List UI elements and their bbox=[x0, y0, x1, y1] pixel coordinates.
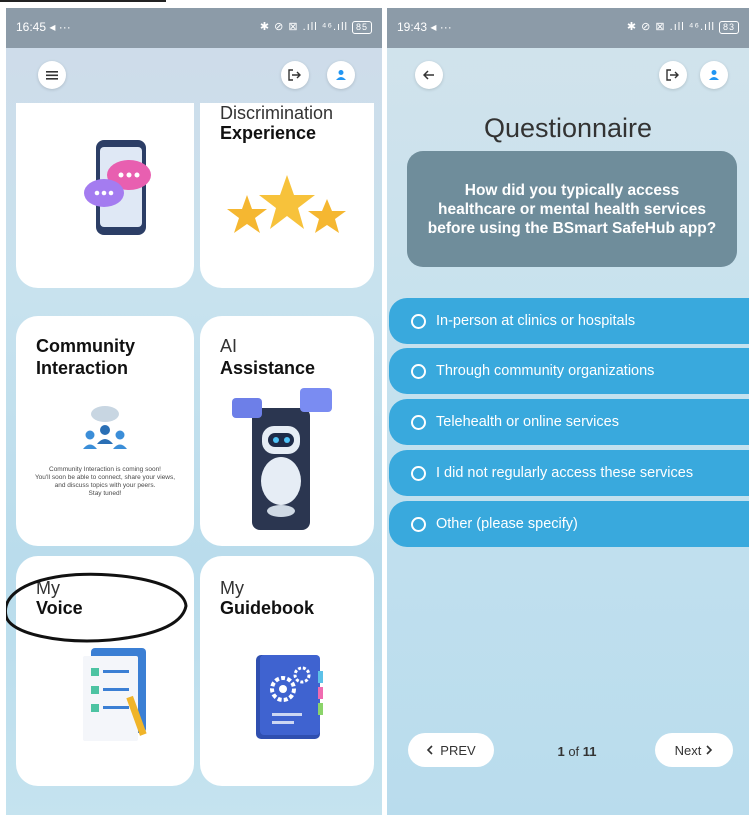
card-community-interaction[interactable]: Community Interaction Community Interact… bbox=[16, 316, 194, 546]
option-label: Through community organizations bbox=[436, 363, 655, 379]
logout-icon bbox=[288, 69, 301, 81]
card-ai-assistance[interactable]: AI Assistance bbox=[200, 316, 374, 546]
back-button[interactable] bbox=[415, 61, 443, 89]
status-time: 16:45 bbox=[16, 20, 47, 34]
radio-circle-icon[interactable] bbox=[411, 516, 426, 532]
status-icons: ✱ ⊘ ⊠ .ıll ⁴⁶.ıll bbox=[626, 21, 715, 33]
logout-icon bbox=[666, 69, 679, 81]
chat-phone-icon bbox=[84, 140, 151, 235]
question-box: How did you typically access healthcare … bbox=[407, 151, 737, 267]
battery-icon: 85 bbox=[351, 21, 372, 34]
page-of: of bbox=[568, 744, 580, 759]
battery-icon: 83 bbox=[718, 21, 739, 34]
card-discrimination-experience[interactable]: Discrimination Experience bbox=[200, 103, 374, 288]
card-title-line2: Guidebook bbox=[220, 598, 314, 618]
answer-option[interactable]: Telehealth or online services bbox=[389, 399, 749, 445]
card-my-voice[interactable]: My Voice bbox=[16, 556, 194, 786]
next-button[interactable]: Next bbox=[655, 733, 733, 767]
profile-button[interactable] bbox=[700, 61, 728, 89]
radio-circle-icon[interactable] bbox=[411, 465, 426, 481]
card-title-line2: Interaction bbox=[36, 358, 129, 378]
next-label: Next bbox=[674, 742, 702, 758]
checklist-icon bbox=[83, 648, 147, 741]
answer-option[interactable]: Through community organizations bbox=[389, 348, 749, 394]
user-icon bbox=[336, 70, 346, 80]
card-title-line2: Experience bbox=[220, 123, 317, 143]
card-title-line1: AI bbox=[220, 336, 238, 356]
user-icon bbox=[709, 70, 719, 80]
community-coming-soon-text: Community Interaction is coming soon! Yo… bbox=[34, 466, 176, 497]
home-screen: 16:45 ◂ ··· ✱ ⊘ ⊠ .ıll ⁴⁶.ıll 85 Discrimi… bbox=[6, 8, 382, 815]
top-underline bbox=[0, 0, 166, 2]
questionnaire-screen: 19:43 ◂ ··· ✱ ⊘ ⊠ .ıll ⁴⁶.ıll 83 Question… bbox=[387, 8, 749, 815]
answer-option[interactable]: In-person at clinics or hospitals bbox=[389, 298, 749, 344]
logout-button[interactable] bbox=[659, 61, 687, 89]
guidebook-gears-icon bbox=[256, 655, 323, 739]
page-title: Questionnaire bbox=[483, 113, 653, 143]
page-indicator: 1 of 11 bbox=[532, 744, 622, 759]
card-title-line1: My bbox=[220, 578, 244, 598]
prev-label: PREV bbox=[440, 742, 476, 758]
page-current: 1 bbox=[557, 744, 565, 759]
stars-icon bbox=[227, 175, 346, 233]
card-title-line2: Voice bbox=[36, 598, 83, 618]
option-label: Telehealth or online services bbox=[436, 414, 619, 430]
status-bar: 16:45 ◂ ··· ✱ ⊘ ⊠ .ıll ⁴⁶.ıll 85 bbox=[6, 8, 382, 48]
prev-button[interactable]: PREV bbox=[408, 733, 494, 767]
chevron-right-icon bbox=[706, 745, 713, 755]
option-label: Other (please specify) bbox=[436, 516, 578, 532]
status-extra: ◂ ··· bbox=[49, 20, 71, 34]
hamburger-icon bbox=[46, 71, 58, 80]
radio-circle-icon[interactable] bbox=[411, 313, 426, 329]
status-time: 19:43 bbox=[397, 20, 428, 34]
profile-button[interactable] bbox=[327, 61, 355, 89]
page-total: 11 bbox=[582, 744, 597, 759]
card-title-line1: Community bbox=[36, 336, 135, 356]
robot-icon bbox=[232, 388, 332, 530]
logout-button[interactable] bbox=[281, 61, 309, 89]
status-bar: 19:43 ◂ ··· ✱ ⊘ ⊠ .ıll ⁴⁶.ıll 83 bbox=[387, 8, 749, 48]
radio-circle-icon[interactable] bbox=[411, 363, 426, 379]
answer-option[interactable]: I did not regularly access these service… bbox=[389, 450, 749, 496]
option-label: I did not regularly access these service… bbox=[436, 465, 694, 481]
community-group-icon bbox=[83, 406, 127, 449]
card-title-line2: Assistance bbox=[220, 358, 316, 378]
card-title-line1: My bbox=[36, 578, 60, 598]
card-my-guidebook[interactable]: My Guidebook bbox=[200, 556, 374, 786]
back-arrow-icon bbox=[423, 70, 434, 80]
answer-option[interactable]: Other (please specify) bbox=[389, 501, 749, 547]
menu-button[interactable] bbox=[38, 61, 66, 89]
option-label: In-person at clinics or hospitals bbox=[436, 313, 636, 329]
card-chat[interactable] bbox=[16, 103, 194, 288]
status-icons: ✱ ⊘ ⊠ .ıll ⁴⁶.ıll bbox=[259, 21, 348, 33]
radio-circle-icon[interactable] bbox=[411, 414, 426, 430]
question-text: How did you typically access healthcare … bbox=[427, 181, 717, 237]
card-title-line1: Discrimination bbox=[220, 103, 334, 123]
status-extra: ◂ ··· bbox=[430, 20, 452, 34]
chevron-left-icon bbox=[427, 745, 433, 755]
